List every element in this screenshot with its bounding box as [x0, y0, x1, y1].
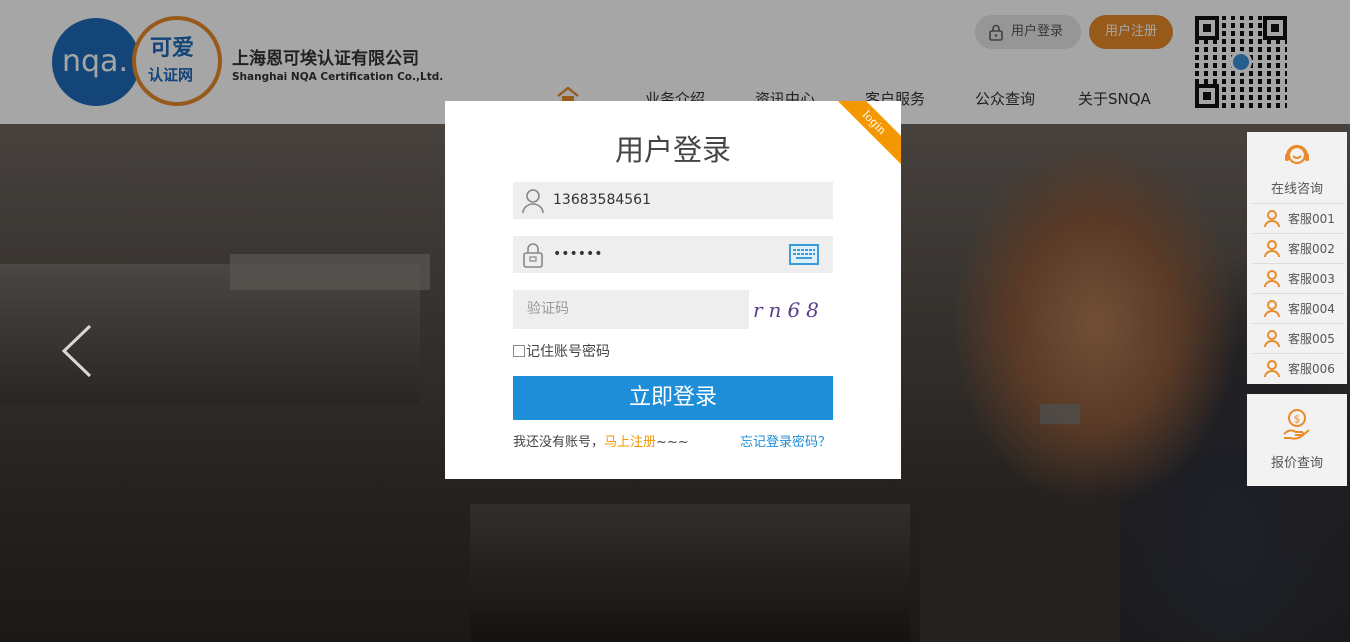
- lock-icon: [523, 243, 543, 268]
- price-hand-icon: $: [1283, 409, 1310, 440]
- agent-item[interactable]: 客服003: [1252, 263, 1344, 293]
- chevron-left-icon[interactable]: [60, 324, 94, 378]
- modal-title: 用户登录: [614, 133, 731, 167]
- agent-item[interactable]: 客服004: [1252, 293, 1344, 323]
- person-icon: [1264, 330, 1280, 348]
- captcha-text: rn68: [753, 298, 825, 322]
- agent-item[interactable]: 客服002: [1252, 233, 1344, 263]
- agent-label: 客服005: [1288, 332, 1335, 346]
- person-icon: [1264, 360, 1280, 378]
- checkbox-box[interactable]: [513, 345, 525, 357]
- online-consult-title: 在线咨询: [1270, 182, 1323, 197]
- user-icon: [522, 189, 544, 214]
- keyboard-keys-icon: [793, 249, 815, 259]
- username-field[interactable]: 13683584561: [513, 182, 833, 219]
- no-account-text: 我还没有账号，: [513, 435, 605, 450]
- agent-label: 客服003: [1288, 272, 1335, 286]
- password-value: ••••••: [553, 246, 603, 262]
- person-icon: [1264, 210, 1280, 228]
- person-icon: [1264, 300, 1280, 318]
- agent-label: 客服006: [1288, 362, 1335, 376]
- forgot-password-link[interactable]: 忘记登录密码？: [740, 431, 831, 450]
- svg-text:$: $: [1294, 413, 1301, 426]
- captcha-image[interactable]: rn68: [751, 293, 831, 327]
- keyboard-icon[interactable]: [789, 244, 819, 265]
- register-prompt: 我还没有账号，马上注册~~~: [513, 431, 689, 450]
- username-value: 13683584561: [553, 192, 651, 208]
- login-modal: login 用户登录 13683584561 •••••• 验证码 rn68 记…: [445, 101, 901, 479]
- agent-label: 客服001: [1288, 212, 1335, 226]
- agent-item[interactable]: 客服006: [1252, 353, 1344, 383]
- quote-query-title: 报价查询: [1270, 456, 1323, 471]
- agent-label: 客服002: [1288, 242, 1335, 256]
- password-field[interactable]: ••••••: [513, 236, 833, 273]
- login-submit-button[interactable]: 立即登录: [513, 376, 833, 420]
- captcha-input[interactable]: 验证码: [513, 290, 749, 329]
- register-link[interactable]: 马上注册: [604, 435, 656, 450]
- agent-item[interactable]: 客服005: [1252, 323, 1344, 353]
- remember-checkbox[interactable]: 记住账号密码: [513, 341, 610, 361]
- person-icon: [1264, 270, 1280, 288]
- register-suffix: ~~~: [656, 435, 689, 450]
- person-icon: [1264, 240, 1280, 258]
- headset-icon: [1285, 144, 1309, 165]
- page: nqa. 可爱 认证网 上海恩可埃认证有限公司 Shanghai NQA Cer…: [0, 0, 1350, 642]
- remember-label: 记住账号密码: [526, 344, 610, 360]
- captcha-placeholder: 验证码: [527, 301, 569, 317]
- agent-item[interactable]: 客服001: [1252, 203, 1344, 233]
- agent-label: 客服004: [1288, 302, 1335, 316]
